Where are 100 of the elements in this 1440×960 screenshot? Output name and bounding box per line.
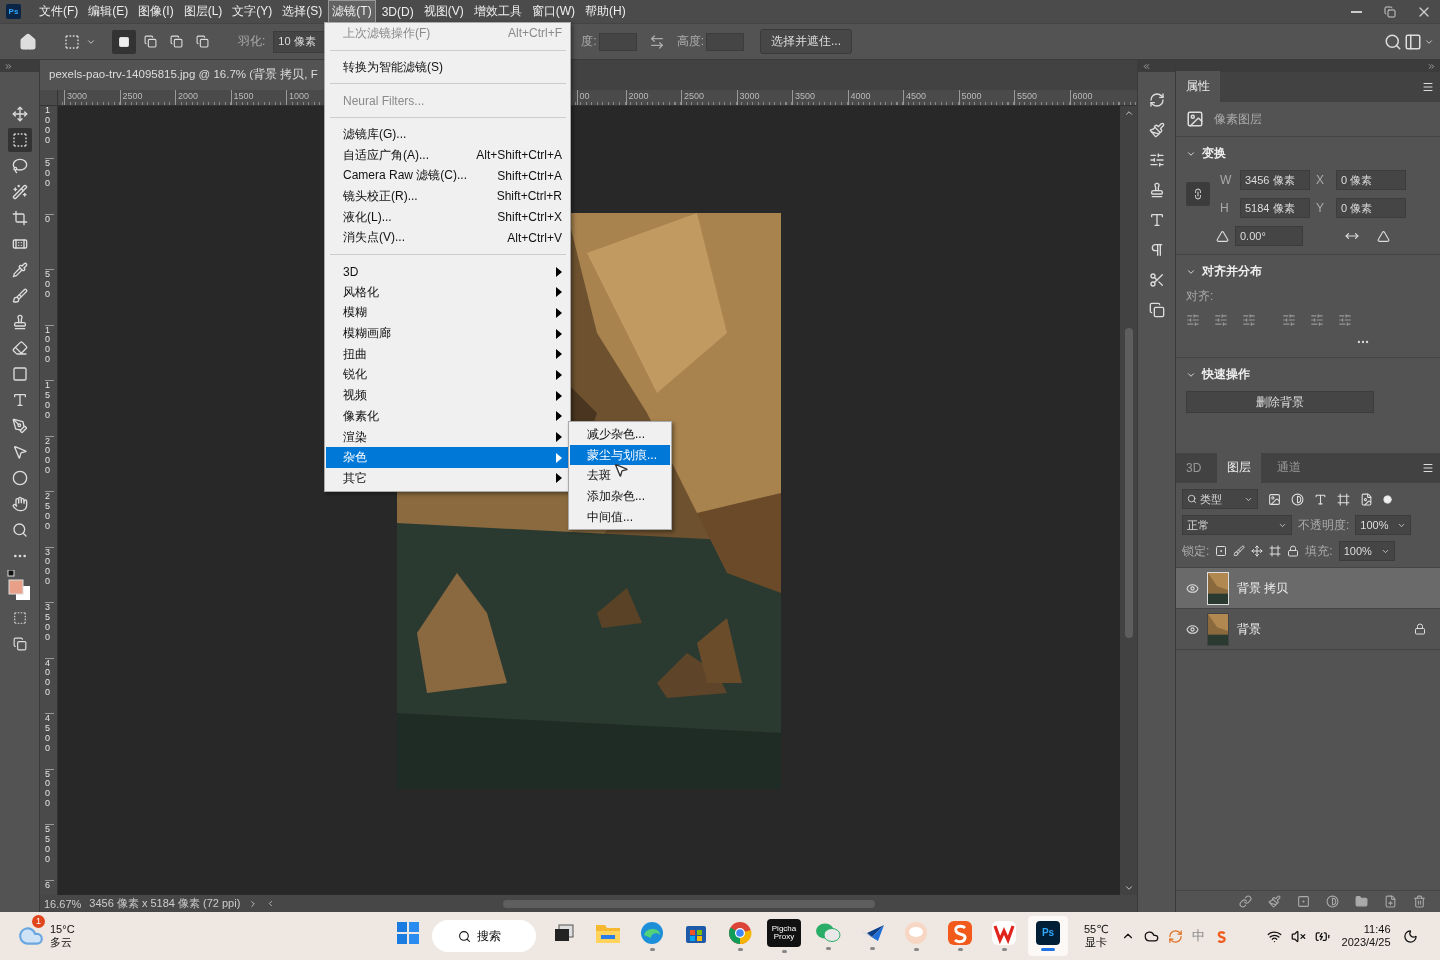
submenu-item[interactable]: 扭曲 <box>326 343 570 365</box>
ruler-label: 6000 <box>1072 91 1093 101</box>
dimension-field[interactable]: 5184 像素 <box>1240 198 1310 218</box>
ruler-label: 5500 <box>1017 91 1038 101</box>
menu-item[interactable]: 去斑 <box>570 465 670 487</box>
submenu-item[interactable]: 杂色 <box>326 447 570 469</box>
ruler-label: 3000 <box>67 91 88 101</box>
zoom-level: 16.67% <box>44 897 82 910</box>
taskbar-app[interactable]: Ps <box>1028 916 1068 956</box>
menu-bar-item[interactable]: 窗口(W) <box>527 0 579 23</box>
section-header[interactable]: 快速操作 <box>1186 366 1430 383</box>
ruler-label: 4000 <box>850 91 871 101</box>
ruler-label: 1000 <box>289 91 310 101</box>
ruler-label: 2000 <box>628 91 649 101</box>
panel-tab[interactable]: 3D <box>1176 453 1212 482</box>
taskbar-app[interactable]: Pigcha Proxy <box>764 916 804 956</box>
menu-item[interactable]: 转换为智能滤镜(S) <box>326 56 570 78</box>
submenu-item[interactable]: 像素化 <box>326 406 570 427</box>
gpu-temperature: 55℃ <box>1084 922 1109 936</box>
fill-label: 填充: <box>1305 542 1333 560</box>
submenu-item[interactable]: 风格化 <box>326 281 570 303</box>
layer-filter-dropdown[interactable]: 类型 <box>1182 489 1258 509</box>
dimension-field[interactable]: 0 像素 <box>1336 198 1406 218</box>
layer-name: 背景 <box>1237 620 1262 638</box>
menu-bar-item[interactable]: 3D(D) <box>377 1 418 22</box>
menu-item[interactable]: 中间值... <box>570 506 670 528</box>
submenu-item[interactable]: 其它 <box>326 468 570 489</box>
submenu-item[interactable]: 3D <box>326 261 570 282</box>
menu-item[interactable]: 自适应广角(A)... Alt+Shift+Ctrl+A <box>326 144 570 166</box>
panel-tab[interactable]: 图层 <box>1217 452 1262 483</box>
ruler-label: 3000 <box>739 91 760 101</box>
menu-item[interactable]: 蒙尘与划痕... <box>570 444 670 466</box>
ruler-label: 4500 <box>45 714 51 754</box>
submenu-item[interactable]: 模糊画廊 <box>326 323 570 344</box>
app-icon: Ps <box>1036 921 1060 945</box>
ruler-label: 2000 <box>178 91 199 101</box>
gpu-label: 显卡 <box>1085 936 1108 950</box>
clock-date[interactable]: 2023/4/25 <box>1341 936 1391 950</box>
ruler-label: 3000 <box>45 547 51 588</box>
menu-bar-item[interactable]: 选择(S) <box>278 0 327 23</box>
section-header[interactable]: 对齐并分布 <box>1186 263 1430 280</box>
notification-badge: 1 <box>32 914 45 928</box>
menu-item[interactable]: 液化(L)... Shift+Ctrl+X <box>326 206 570 228</box>
ruler-label: 4000 <box>45 658 51 699</box>
blend-mode-dropdown[interactable]: 正常 <box>1182 515 1292 535</box>
ruler-label: 2000 <box>45 436 51 477</box>
select-and-mask-button[interactable]: 选择并遮住... <box>760 29 853 54</box>
menu-bar-item[interactable]: 帮助(H) <box>581 0 630 23</box>
align-label: 对齐: <box>1186 288 1215 305</box>
layer-name: 背景 拷贝 <box>1237 579 1290 597</box>
menu-bar-item[interactable]: 编辑(E) <box>84 0 133 23</box>
ruler-label: 3500 <box>45 603 51 643</box>
ruler-label: 2500 <box>45 492 51 532</box>
field-label: W <box>1220 173 1233 187</box>
panel-tab[interactable]: 通道 <box>1267 452 1312 483</box>
menu-bar-item[interactable]: 图层(L) <box>179 0 227 23</box>
ruler-label: 5500 <box>45 825 51 865</box>
menu-item[interactable]: 滤镜库(G)... <box>326 124 570 145</box>
menu-bar-item[interactable]: 文件(F) <box>35 0 83 23</box>
submenu-item[interactable]: 渲染 <box>326 426 570 448</box>
submenu-item[interactable]: 模糊 <box>326 302 570 324</box>
ruler-label: 1000 <box>45 325 51 366</box>
remove-background-button[interactable]: 删除背景 <box>1186 391 1374 413</box>
ruler-label: 00 <box>579 91 590 101</box>
panel-tab[interactable]: 属性 <box>1176 71 1220 102</box>
weather-temperature: 15°C <box>50 922 75 936</box>
ruler-label: 500 <box>45 270 51 300</box>
layer-row[interactable]: 背景 拷贝 <box>1176 568 1440 609</box>
menu-bar-item[interactable]: 滤镜(T) <box>328 0 376 23</box>
opacity-label: 不透明度: <box>1298 516 1350 534</box>
feather-label: 羽化: <box>238 33 266 50</box>
lock-label: 锁定: <box>1182 542 1210 560</box>
document-info: 3456 像素 x 5184 像素 (72 ppi) <box>89 896 241 911</box>
menu-item[interactable]: Camera Raw 滤镜(C)... Shift+Ctrl+A <box>326 165 570 187</box>
clock-time[interactable]: 11:46 <box>1363 922 1391 936</box>
submenu-item[interactable]: 视频 <box>326 385 570 406</box>
angle-field[interactable]: 0.00° <box>1235 226 1303 246</box>
ruler-label: 5000 <box>961 91 982 101</box>
dimension-field[interactable]: 0 像素 <box>1336 170 1406 190</box>
menu-bar-item[interactable]: 图像(I) <box>134 0 178 23</box>
ruler-label: 1500 <box>45 381 51 421</box>
menu-bar-item[interactable]: 视图(V) <box>419 0 468 23</box>
ruler-label: 2500 <box>684 91 705 101</box>
menu-bar-item[interactable]: 增效工具 <box>469 0 526 23</box>
ruler-label: 5000 <box>45 769 51 810</box>
menu-item[interactable]: 消失点(V)... Alt+Ctrl+V <box>326 227 570 249</box>
ruler-label: 6 <box>45 880 51 891</box>
menu-bar-item[interactable]: 文字(Y) <box>228 0 277 23</box>
ruler-label: 2500 <box>122 91 143 101</box>
taskbar-search[interactable]: 搜索 <box>432 920 536 952</box>
section-header[interactable]: 变换 <box>1186 145 1430 162</box>
field-label: Y <box>1316 201 1325 215</box>
opacity-field[interactable]: 100% <box>1355 515 1412 535</box>
menu-item[interactable]: 镜头校正(R)... Shift+Ctrl+R <box>326 186 570 207</box>
menu-item[interactable]: 减少杂色... <box>570 424 670 445</box>
menu-item[interactable]: 添加杂色... <box>570 486 670 507</box>
submenu-item[interactable]: 锐化 <box>326 364 570 386</box>
app-icon: Pigcha Proxy <box>767 919 801 947</box>
dimension-field[interactable]: 3456 像素 <box>1240 170 1310 190</box>
fill-field[interactable]: 100% <box>1338 541 1395 561</box>
